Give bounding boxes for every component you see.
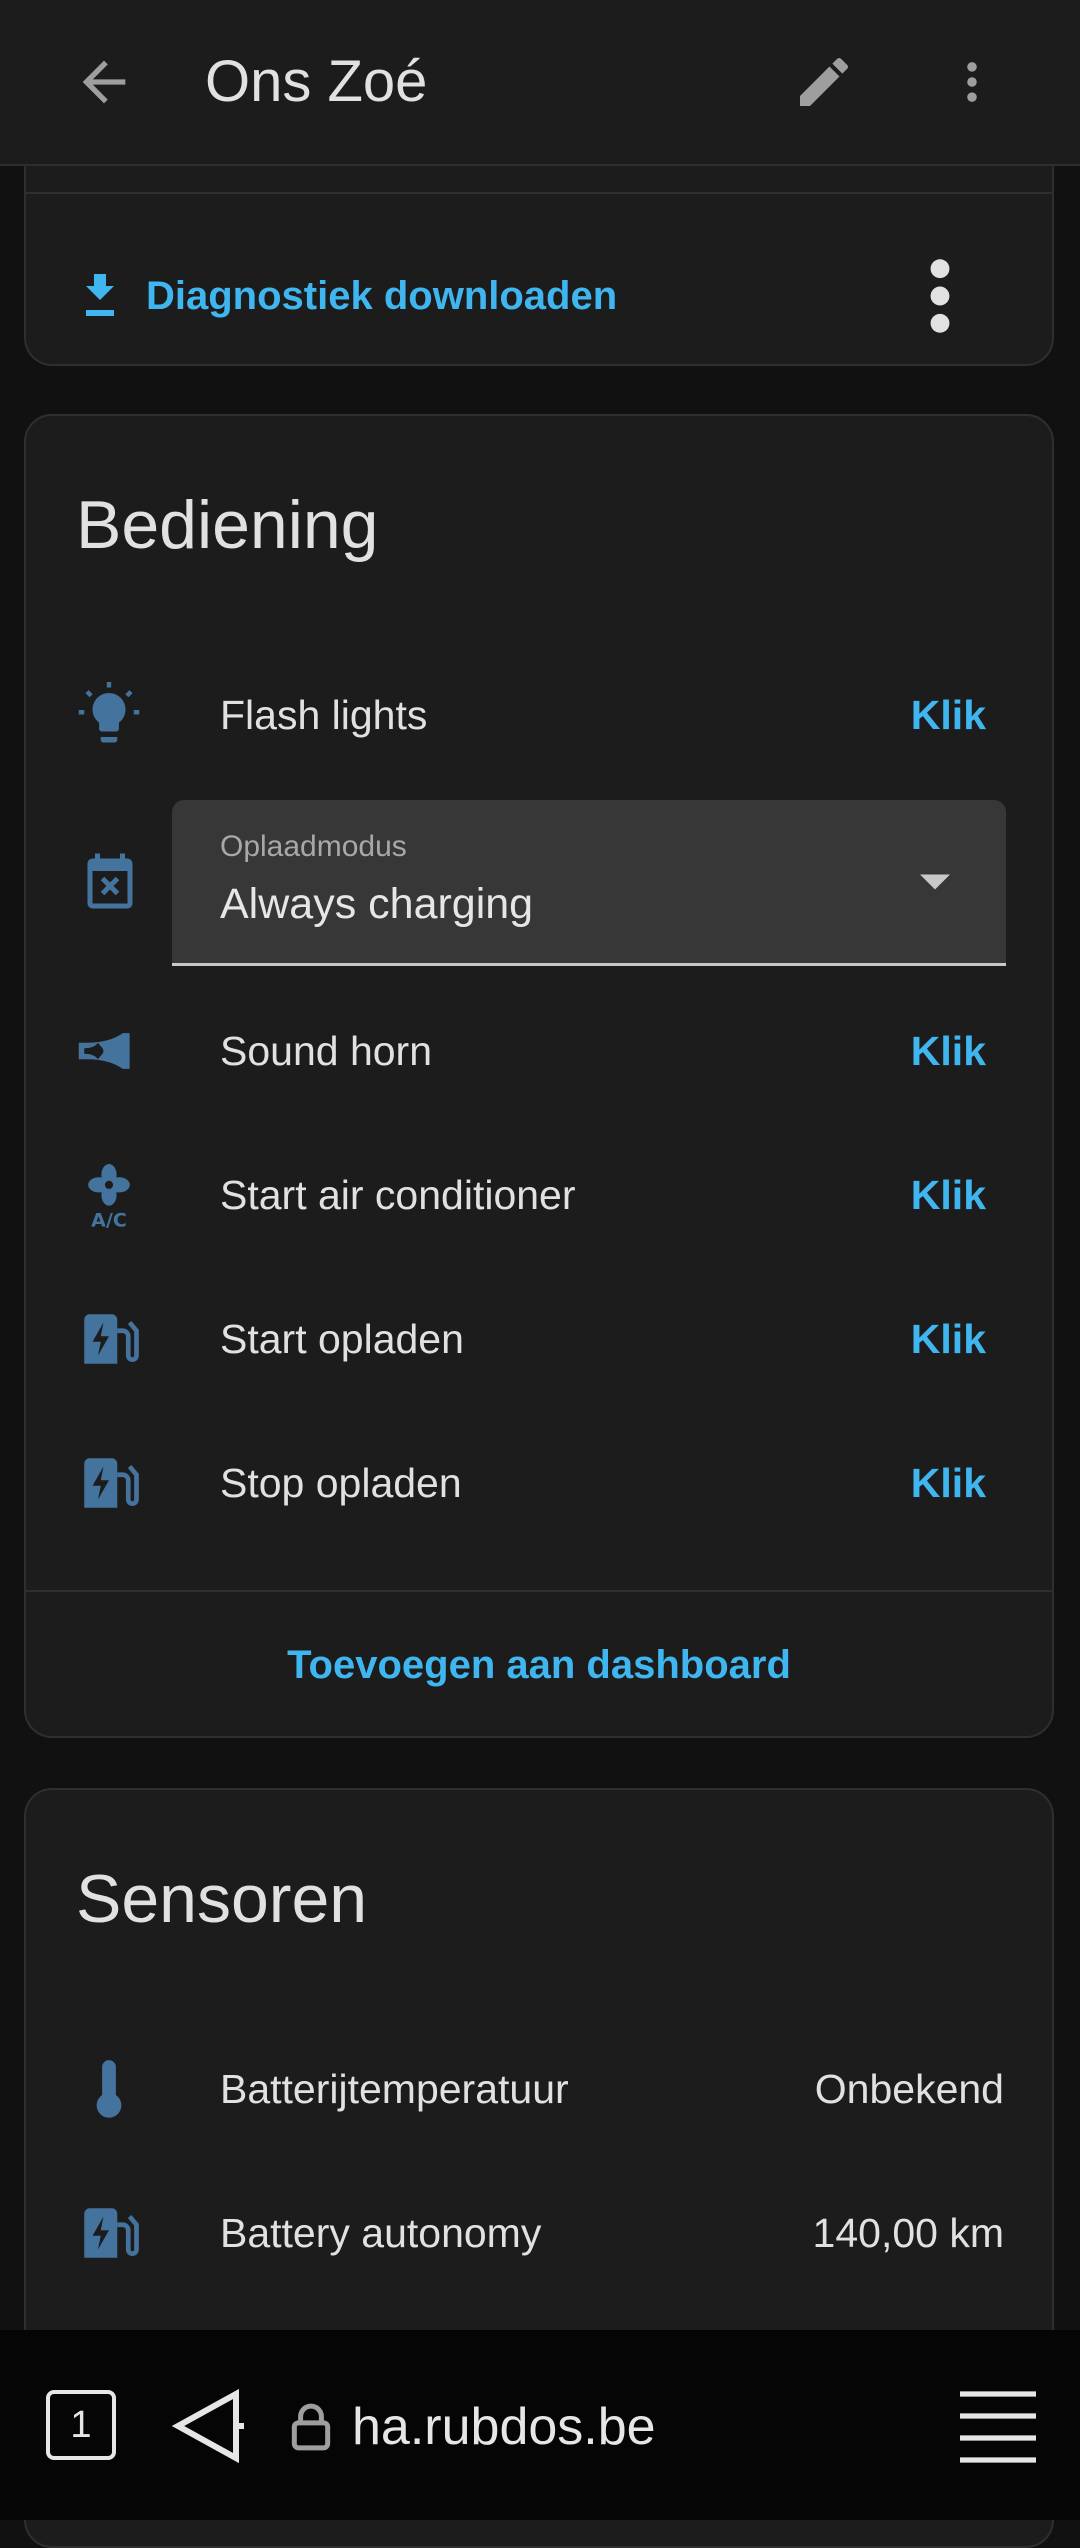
page-title: Ons Zoé	[205, 49, 428, 114]
pencil-icon[interactable]	[792, 50, 856, 114]
svg-text:A/C: A/C	[91, 1210, 127, 1228]
dots-vertical-icon[interactable]	[946, 50, 998, 114]
control-row-flash-lights: Flash lights Klik	[26, 660, 1052, 770]
sensor-row-battery-autonomy[interactable]: Battery autonomy 140,00 km	[26, 2178, 1052, 2288]
horn-icon	[78, 1033, 130, 1069]
select-label: Oplaadmodus	[220, 830, 407, 863]
dots-vertical-icon[interactable]	[920, 254, 960, 338]
add-to-dashboard-button[interactable]: Toevoegen aan dashboard	[26, 1592, 1052, 1738]
charge-mode-select[interactable]: Oplaadmodus Always charging	[172, 800, 1006, 966]
air-conditioner-icon: A/C	[88, 1164, 130, 1228]
tab-switcher-button[interactable]: 1	[46, 2390, 116, 2460]
ev-station-icon	[84, 2208, 139, 2258]
control-row-start-charging: Start opladen Klik	[26, 1284, 1052, 1394]
menu-icon[interactable]	[960, 2390, 1036, 2464]
lightbulb-icon	[78, 682, 140, 743]
ev-station-icon	[84, 1458, 139, 1508]
start-charging-button[interactable]: Klik	[911, 1284, 986, 1394]
app-bar: Ons Zoé	[0, 0, 1080, 166]
flash-lights-button[interactable]: Klik	[911, 660, 986, 770]
download-diagnostics-label: Diagnostiek downloaden	[146, 273, 618, 318]
thermometer-icon	[96, 2060, 122, 2118]
url-bar[interactable]: ha.rubdos.be	[352, 2390, 656, 2464]
select-value: Always charging	[220, 880, 534, 928]
chevron-down-icon	[920, 874, 950, 890]
back-triangle-icon[interactable]	[172, 2388, 244, 2464]
control-row-sound-horn: Sound horn Klik	[26, 996, 1052, 1106]
download-icon	[86, 274, 114, 316]
control-label: Flash lights	[220, 692, 428, 738]
lock-icon	[291, 2403, 331, 2451]
calendar-remove-icon	[87, 853, 133, 909]
stop-charging-button[interactable]: Klik	[911, 1428, 986, 1538]
control-row-air-conditioner: A/C Start air conditioner Klik	[26, 1140, 1052, 1250]
divider	[26, 192, 1052, 194]
control-label: Start air conditioner	[220, 1172, 576, 1218]
sensor-row-battery-temperature[interactable]: Batterijtemperatuur Onbekend	[26, 2034, 1052, 2144]
sound-horn-button[interactable]: Klik	[911, 996, 986, 1106]
download-diagnostics-button[interactable]: Diagnostiek downloaden	[76, 248, 617, 344]
controls-card: Bediening Flash lights Klik Oplaadmodus …	[24, 414, 1054, 1738]
start-air-conditioner-button[interactable]: Klik	[911, 1140, 986, 1250]
ev-station-icon	[84, 1314, 139, 1364]
sensor-label: Batterijtemperatuur	[220, 2066, 569, 2112]
sensor-value: 140,00 km	[812, 2210, 1004, 2256]
sensors-title: Sensoren	[76, 1861, 368, 1937]
control-label: Stop opladen	[220, 1460, 462, 1506]
sensor-label: Battery autonomy	[220, 2210, 542, 2256]
browser-bar: 1 ha.rubdos.be	[0, 2330, 1080, 2520]
arrow-left-icon[interactable]	[72, 50, 136, 114]
controls-title: Bediening	[76, 487, 379, 563]
sensor-value: Onbekend	[814, 2066, 1004, 2112]
control-row-stop-charging: Stop opladen Klik	[26, 1428, 1052, 1538]
control-label: Sound horn	[220, 1028, 433, 1074]
control-label: Start opladen	[220, 1316, 464, 1362]
